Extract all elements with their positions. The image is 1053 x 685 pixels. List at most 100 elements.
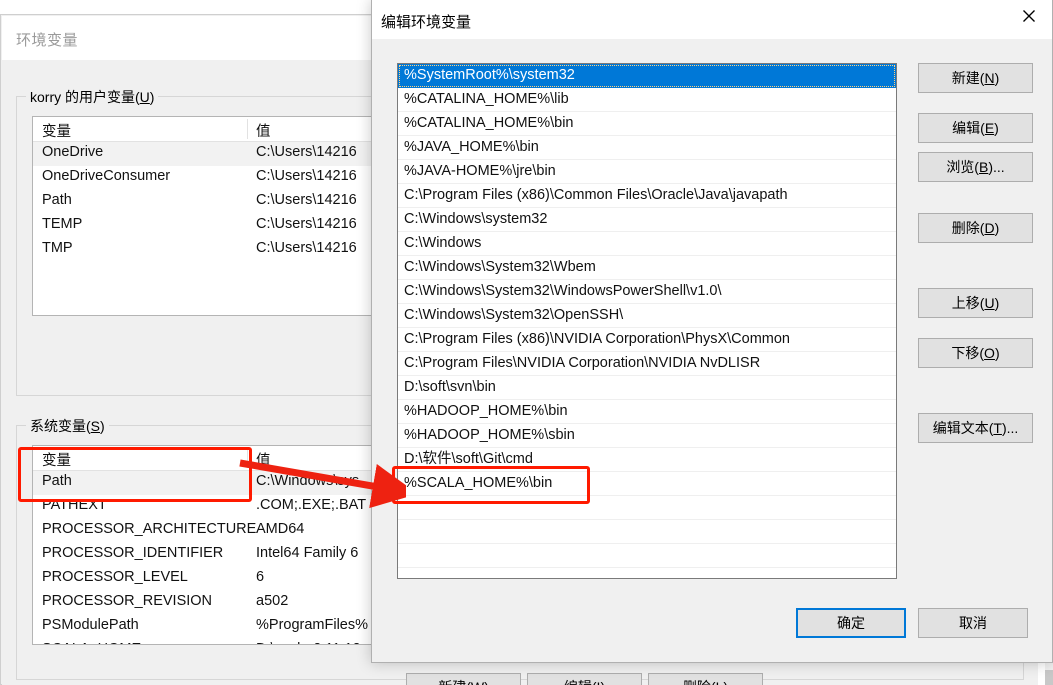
user-vars-label-suffix: )	[149, 89, 155, 105]
close-icon[interactable]	[1006, 0, 1052, 32]
bg-button-2[interactable]: 编辑(I)	[527, 673, 642, 685]
ok-button[interactable]: 确定	[796, 608, 906, 638]
dialog-button-6[interactable]: 下移(O)	[918, 338, 1033, 368]
path-entry-row[interactable]: %HADOOP_HOME%\bin	[398, 400, 896, 424]
bg-button-accel: W	[471, 679, 484, 685]
bg-button-text: 删除(	[683, 677, 716, 685]
path-entry-row[interactable]: C:\Program Files (x86)\NVIDIA Corporatio…	[398, 328, 896, 352]
dialog-button-text: 上移(	[951, 295, 985, 311]
variable-name: SCALA_HOME	[42, 641, 141, 644]
system-vars-col-name[interactable]: 变量	[42, 449, 71, 470]
bg-button-text: 新建(	[438, 677, 471, 685]
dialog-button-text: 新建(	[951, 70, 985, 86]
dialog-button-3[interactable]: 浏览(B)...	[918, 152, 1033, 182]
path-entry-row[interactable]: C:\Windows\System32\OpenSSH\	[398, 304, 896, 328]
dialog-button-suffix: )...	[1001, 420, 1019, 436]
dialog-button-suffix: )	[994, 345, 1000, 361]
dialog-button-suffix: )	[994, 295, 1000, 311]
ok-button-label: 确定	[837, 615, 865, 631]
variable-value: %ProgramFiles%	[256, 617, 368, 633]
variable-name: PROCESSOR_ARCHITECTURE	[42, 521, 257, 537]
path-entry-row[interactable]: C:\Windows\System32\Wbem	[398, 256, 896, 280]
variable-value: C:\Users\14216	[256, 216, 357, 232]
cancel-button[interactable]: 取消	[918, 608, 1028, 638]
path-entry-row[interactable]: %JAVA-HOME%\jre\bin	[398, 160, 896, 184]
dialog-button-accel: O	[984, 345, 995, 361]
dialog-titlebar: 编辑环境变量	[372, 0, 1052, 39]
dialog-title: 编辑环境变量	[381, 14, 472, 31]
dialog-button-accel: E	[984, 120, 995, 136]
path-entry-row-empty[interactable]	[398, 520, 896, 544]
variable-value: C:\Users\14216	[256, 144, 357, 160]
variable-name: PROCESSOR_REVISION	[42, 593, 213, 609]
system-vars-accel: S	[90, 418, 101, 434]
user-vars-label-text: 的用户变量(	[65, 89, 140, 105]
variable-name: PATHEXT	[42, 497, 107, 513]
bg-button-suffix: )	[600, 679, 605, 685]
dialog-button-suffix: )	[994, 70, 1000, 86]
dialog-button-accel: T	[993, 420, 1002, 436]
path-entry-row-empty[interactable]	[398, 496, 896, 520]
user-vars-col-name[interactable]: 变量	[42, 120, 71, 141]
variable-name: PROCESSOR_LEVEL	[42, 569, 188, 585]
path-entry-row[interactable]: %CATALINA_HOME%\lib	[398, 88, 896, 112]
variable-value: C:\Users\14216	[256, 168, 357, 184]
dialog-button-1[interactable]: 新建(N)	[918, 63, 1033, 93]
path-entry-row[interactable]: C:\Program Files\NVIDIA Corporation\NVID…	[398, 352, 896, 376]
user-vars-header-separator	[247, 119, 248, 139]
system-vars-header-separator	[247, 448, 248, 468]
variable-value: D:\scala-2.11.12	[256, 641, 361, 644]
dialog-button-accel: D	[984, 220, 995, 236]
variable-name: OneDrive	[42, 144, 104, 160]
user-variables-label: korry 的用户变量(U)	[26, 87, 159, 107]
path-entry-row[interactable]: %HADOOP_HOME%\sbin	[398, 424, 896, 448]
path-entries-list[interactable]: %SystemRoot%\system32 %CATALINA_HOME%\lib…	[397, 63, 897, 579]
path-entry-row[interactable]: C:\Program Files (x86)\Common Files\Orac…	[398, 184, 896, 208]
dialog-button-7[interactable]: 编辑文本(T)...	[918, 413, 1033, 443]
path-entry-row-empty[interactable]	[398, 544, 896, 568]
variable-name: PROCESSOR_IDENTIFIER	[42, 545, 224, 561]
variable-value: AMD64	[256, 521, 305, 537]
user-vars-col-value[interactable]: 值	[256, 120, 271, 141]
dialog-button-suffix: )	[994, 120, 999, 136]
variable-value: C:\Users\14216	[256, 240, 357, 256]
path-entry-row[interactable]: C:\Windows	[398, 232, 896, 256]
variable-value: .COM;.EXE;.BAT	[256, 497, 367, 513]
system-vars-label-text: 系统变量(	[30, 418, 91, 434]
dialog-button-2[interactable]: 编辑(E)	[918, 113, 1033, 143]
bg-button-text: 编辑(	[564, 677, 597, 685]
dialog-button-accel: N	[984, 70, 995, 86]
path-entry-row[interactable]: C:\Windows\system32	[398, 208, 896, 232]
path-entry-row[interactable]: %SystemRoot%\system32	[398, 64, 896, 88]
variable-name: TMP	[42, 240, 73, 256]
dialog-button-text: 下移(	[951, 345, 985, 361]
bg-button-1[interactable]: 新建(W)	[406, 673, 521, 685]
variable-value: Intel64 Family 6	[256, 545, 359, 561]
edit-environment-variable-dialog: 编辑环境变量 %SystemRoot%\system32 %CATALINA_HO…	[371, 0, 1053, 663]
path-entry-row[interactable]: %JAVA_HOME%\bin	[398, 136, 896, 160]
system-variables-label: 系统变量(S)	[26, 416, 109, 436]
bg-button-accel: L	[716, 679, 724, 685]
system-vars-col-value[interactable]: 值	[256, 449, 271, 470]
background-window-title: 环境变量	[16, 32, 79, 49]
variable-name: PSModulePath	[42, 617, 139, 633]
path-entry-row[interactable]: C:\Windows\System32\WindowsPowerShell\v1…	[398, 280, 896, 304]
dialog-button-4[interactable]: 删除(D)	[918, 213, 1033, 243]
bg-button-suffix: )	[484, 679, 489, 685]
variable-value: 6	[256, 569, 265, 585]
path-entry-row[interactable]: %SCALA_HOME%\bin	[398, 472, 896, 496]
path-entry-row[interactable]: D:\软件\soft\Git\cmd	[398, 448, 896, 472]
dialog-button-suffix: )...	[988, 159, 1005, 175]
dialog-button-5[interactable]: 上移(U)	[918, 288, 1033, 318]
cancel-button-label: 取消	[959, 615, 987, 631]
system-vars-label-suffix: )	[100, 418, 105, 434]
path-entry-row[interactable]: D:\soft\svn\bin	[398, 376, 896, 400]
dialog-button-suffix: )	[994, 220, 1000, 236]
variable-value: C:\Windows\sys	[256, 473, 360, 489]
path-entry-row[interactable]: %CATALINA_HOME%\bin	[398, 112, 896, 136]
bg-button-3[interactable]: 删除(L)	[648, 673, 763, 685]
variable-value: a502	[256, 593, 289, 609]
dialog-button-text: 编辑文本(	[932, 420, 994, 436]
variable-name: Path	[42, 192, 72, 208]
user-vars-accel: U	[139, 89, 150, 105]
